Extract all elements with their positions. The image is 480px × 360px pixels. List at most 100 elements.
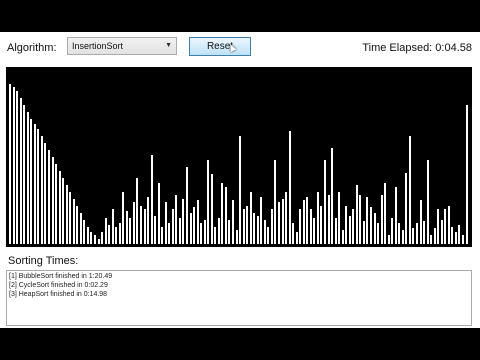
chevron-down-icon: ▼	[165, 42, 172, 49]
sort-bar	[465, 105, 468, 244]
sorting-times-log: [1] BubbleSort finished in 1:20.49 [2] Cy…	[6, 270, 472, 326]
sort-bar	[235, 230, 238, 244]
sort-bar	[263, 220, 266, 244]
sort-bar	[405, 173, 408, 244]
sort-bar	[338, 192, 341, 244]
sort-bar	[369, 207, 372, 244]
sort-bar	[327, 195, 330, 244]
sort-bar	[189, 213, 192, 244]
sort-bar	[136, 178, 139, 244]
sort-bar	[129, 218, 132, 244]
sort-bar	[415, 223, 418, 244]
sort-bar	[72, 199, 75, 244]
sorting-times-label: Sorting Times:	[8, 255, 79, 267]
sort-bar	[104, 218, 107, 244]
sort-bar	[348, 216, 351, 244]
sorting-time-entry: [3] HeapSort finished in 0:14.98	[9, 291, 108, 298]
sort-bar	[285, 192, 287, 244]
sort-bar	[178, 218, 181, 244]
sort-bar	[69, 192, 72, 244]
sort-bar	[44, 143, 47, 244]
sort-bar	[182, 199, 185, 244]
sort-bar	[253, 213, 256, 244]
sort-bar	[299, 209, 302, 244]
sort-bar	[454, 232, 457, 244]
sort-bar	[384, 183, 387, 244]
sort-bar	[394, 187, 397, 244]
sort-bar	[412, 228, 415, 244]
sort-bar	[341, 230, 344, 244]
sort-bar	[111, 209, 114, 244]
sort-bar	[295, 232, 298, 244]
sort-bar	[270, 209, 273, 244]
sort-bar	[426, 160, 429, 244]
sort-bar	[433, 228, 436, 244]
sort-bar	[401, 230, 404, 244]
sort-bar	[419, 200, 422, 244]
sort-bar	[430, 235, 433, 244]
sort-bar	[16, 91, 19, 244]
sort-bar	[58, 171, 61, 244]
sort-bar	[288, 131, 291, 244]
sort-bar	[331, 148, 333, 244]
sort-bar	[437, 209, 440, 244]
sort-bar	[125, 211, 128, 244]
algorithm-label: Algorithm:	[7, 42, 57, 54]
sort-bar	[246, 206, 249, 244]
sort-bar	[161, 227, 164, 244]
sort-bar	[55, 164, 57, 244]
sort-bar	[451, 227, 454, 244]
sort-bar	[334, 218, 337, 244]
sorting-time-entry: [1] BubbleSort finished in 1:20.49	[9, 273, 113, 280]
time-elapsed-label: Time Elapsed: 0:04.58	[362, 42, 472, 54]
sort-bar	[154, 216, 157, 244]
sort-bar	[210, 174, 213, 244]
sort-bar	[352, 209, 355, 244]
sort-bar	[164, 202, 167, 244]
sort-bar	[380, 195, 383, 244]
reset-button[interactable]: Reset	[189, 37, 251, 56]
sort-bar	[196, 200, 199, 244]
sort-bar	[440, 220, 443, 244]
sort-bar	[242, 209, 245, 244]
sort-bar	[30, 119, 33, 244]
sort-bar	[79, 213, 82, 244]
sort-bar	[168, 223, 171, 244]
algorithm-select[interactable]: InsertionSort ▼	[67, 37, 177, 55]
sort-bar	[221, 183, 224, 244]
sort-bar	[306, 197, 309, 244]
sort-bar	[408, 136, 411, 244]
sort-bar	[139, 206, 142, 244]
sort-bar	[260, 197, 263, 244]
sort-bar	[274, 160, 277, 244]
sort-bar	[83, 220, 86, 244]
sort-bar	[362, 221, 365, 244]
sort-bar	[203, 220, 206, 244]
sort-visualization	[6, 67, 472, 247]
sort-bar	[224, 187, 227, 244]
sort-bar	[239, 136, 241, 244]
sort-bar	[267, 227, 270, 244]
sort-bar	[277, 202, 280, 244]
sort-bar	[366, 197, 369, 244]
sort-bar	[86, 227, 89, 244]
sort-bar	[97, 239, 100, 244]
sort-bar	[313, 218, 316, 244]
sort-bar	[228, 220, 231, 244]
sort-bar	[147, 197, 149, 244]
sort-bar	[37, 129, 40, 244]
sort-bar	[323, 160, 326, 244]
sort-bar	[292, 223, 295, 244]
sort-bar	[40, 136, 43, 244]
sort-bar	[171, 209, 174, 244]
sort-bar	[23, 105, 26, 244]
sort-bar	[345, 206, 348, 244]
sort-bar	[115, 227, 118, 244]
sort-visualizer-window: Algorithm: InsertionSort ▼ Reset Time El…	[0, 32, 480, 328]
sort-bar	[9, 84, 11, 244]
sort-bar	[93, 235, 96, 244]
sort-bar	[157, 183, 160, 244]
sort-bar	[122, 192, 125, 244]
sort-bar	[461, 235, 464, 244]
sort-bar	[101, 232, 103, 244]
